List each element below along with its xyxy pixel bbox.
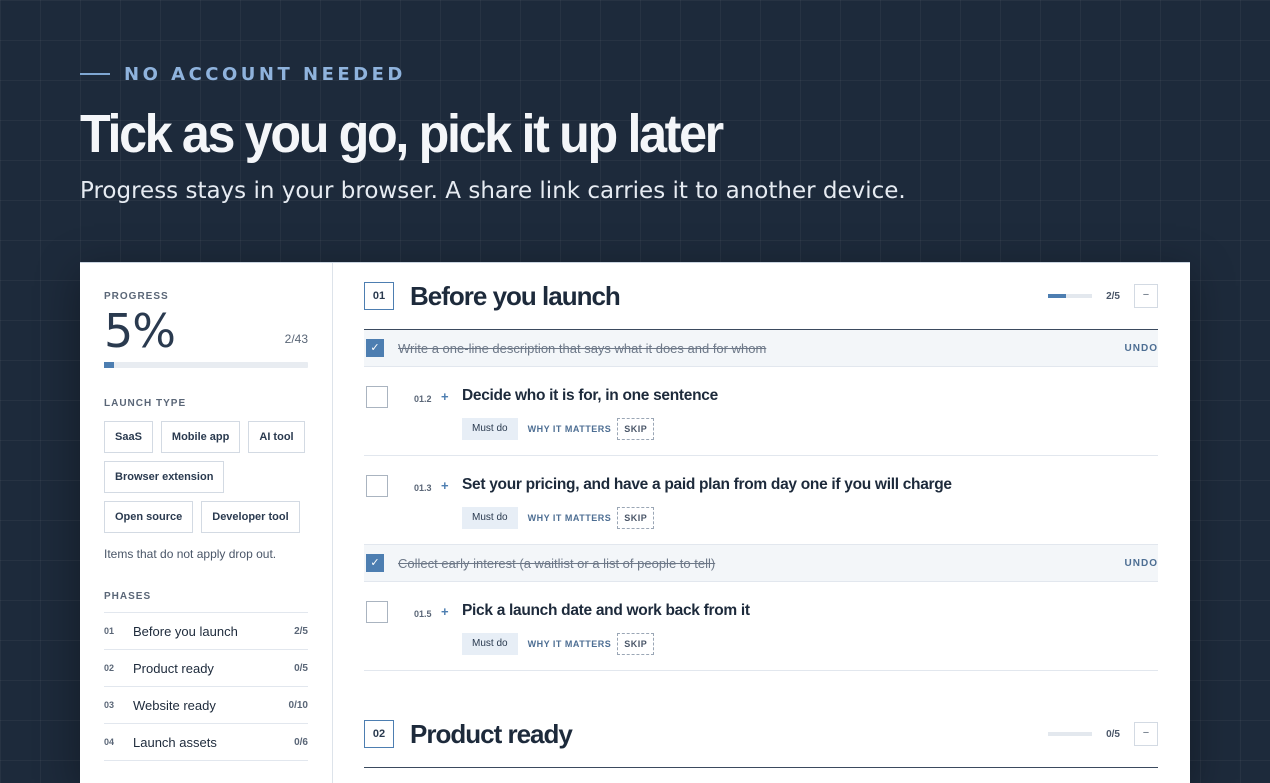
checklist-main: 01 Before you launch 2/5 − ✓ Write a one… <box>364 263 1158 768</box>
progress-percent: 5% <box>104 304 176 358</box>
eyebrow-line <box>80 73 110 75</box>
checklist-app: PROGRESS 5% 2/43 LAUNCH TYPE SaaS Mobile… <box>80 262 1190 783</box>
skip-button[interactable]: SKIP <box>617 507 655 529</box>
section-title: Product ready <box>410 718 573 749</box>
item-title[interactable]: Set your pricing, and have a paid plan f… <box>462 476 952 494</box>
phase-item-launch-assets[interactable]: 04 Launch assets 0/6 <box>104 724 308 761</box>
phase-number: 03 <box>104 700 115 710</box>
chip-mobile-app[interactable]: Mobile app <box>160 421 241 453</box>
must-do-badge: Must do <box>462 633 518 655</box>
chip-ai-tool[interactable]: AI tool <box>248 421 305 453</box>
expand-icon[interactable]: + <box>441 478 449 493</box>
phase-name: Website ready <box>133 697 216 713</box>
why-it-matters-link[interactable]: WHY IT MATTERS <box>528 424 612 434</box>
progress-bar-fill <box>104 362 115 368</box>
chip-developer-tool[interactable]: Developer tool <box>201 501 300 533</box>
sidebar: PROGRESS 5% 2/43 LAUNCH TYPE SaaS Mobile… <box>80 263 333 783</box>
section-title: Before you launch <box>410 280 621 311</box>
section-progress-bar <box>1048 294 1093 298</box>
item-meta: Must do WHY IT MATTERS SKIP <box>462 418 655 440</box>
checklist-item: 01.2 + Decide who it is for, in one sent… <box>364 367 1158 456</box>
phase-name: Product ready <box>133 660 214 676</box>
section-before-you-launch: 01 Before you launch 2/5 − ✓ Write a one… <box>364 263 1158 671</box>
phase-number: 02 <box>104 663 115 673</box>
checklist-item: 01.5 + Pick a launch date and work back … <box>364 582 1158 671</box>
item-checkbox[interactable] <box>366 601 388 623</box>
phase-item-product-ready[interactable]: 02 Product ready 0/5 <box>104 650 308 687</box>
phase-list: 01 Before you launch 2/5 02 Product read… <box>104 612 308 761</box>
section-header: 01 Before you launch 2/5 − <box>364 263 1158 330</box>
checkmark-icon[interactable]: ✓ <box>366 339 384 357</box>
chip-browser-extension[interactable]: Browser extension <box>104 461 225 493</box>
progress-bar <box>104 362 308 368</box>
item-title[interactable]: Pick a launch date and work back from it <box>462 602 750 620</box>
phase-name: Launch assets <box>133 734 217 750</box>
completed-item: ✓ Collect early interest (a waitlist or … <box>364 545 1158 582</box>
item-number: 01.5 <box>414 609 432 619</box>
undo-button[interactable]: UNDO <box>1125 343 1158 354</box>
hero-subtitle: Progress stays in your browser. A share … <box>80 178 906 204</box>
phase-count: 0/10 <box>288 699 308 711</box>
must-do-badge: Must do <box>462 418 518 440</box>
undo-button[interactable]: UNDO <box>1125 558 1158 569</box>
phase-number: 04 <box>104 737 115 747</box>
item-meta: Must do WHY IT MATTERS SKIP <box>462 507 655 529</box>
phase-count: 0/5 <box>294 662 308 674</box>
launch-type-note: Items that do not apply drop out. <box>104 547 277 561</box>
checkmark-icon[interactable]: ✓ <box>366 554 384 572</box>
expand-icon[interactable]: + <box>441 604 449 619</box>
progress-count: 2/43 <box>284 332 308 346</box>
eyebrow-text: NO ACCOUNT NEEDED <box>124 63 406 85</box>
phase-item-before-you-launch[interactable]: 01 Before you launch 2/5 <box>104 613 308 650</box>
completed-item: ✓ Write a one-line description that says… <box>364 330 1158 367</box>
launch-type-chips: SaaS Mobile app AI tool Browser extensio… <box>104 421 308 533</box>
phase-name: Before you launch <box>133 623 238 639</box>
must-do-badge: Must do <box>462 507 518 529</box>
hero-title: Tick as you go, pick it up later <box>80 104 724 164</box>
section-number: 02 <box>364 720 394 748</box>
item-checkbox[interactable] <box>366 386 388 408</box>
phase-count: 0/6 <box>294 736 308 748</box>
why-it-matters-link[interactable]: WHY IT MATTERS <box>528 639 612 649</box>
why-it-matters-link[interactable]: WHY IT MATTERS <box>528 513 612 523</box>
chip-saas[interactable]: SaaS <box>104 421 153 453</box>
eyebrow: NO ACCOUNT NEEDED <box>80 60 1180 88</box>
item-number: 01.3 <box>414 483 432 493</box>
item-title[interactable]: Decide who it is for, in one sentence <box>462 387 718 405</box>
expand-icon[interactable]: + <box>441 389 449 404</box>
section-progress-bar <box>1048 732 1093 736</box>
skip-button[interactable]: SKIP <box>617 418 655 440</box>
collapse-icon[interactable]: − <box>1134 722 1158 746</box>
phase-number: 01 <box>104 626 115 636</box>
collapse-icon[interactable]: − <box>1134 284 1158 308</box>
checklist-item: 01.3 + Set your pricing, and have a paid… <box>364 456 1158 545</box>
section-count: 0/5 <box>1106 728 1120 740</box>
section-product-ready: 02 Product ready 0/5 − <box>364 701 1158 768</box>
hero: NO ACCOUNT NEEDED Tick as you go, pick i… <box>80 60 1180 206</box>
phase-count: 2/5 <box>294 625 308 637</box>
completed-item-text: Write a one-line description that says w… <box>398 340 767 356</box>
skip-button[interactable]: SKIP <box>617 633 655 655</box>
item-number: 01.2 <box>414 394 432 404</box>
progress-label: PROGRESS <box>104 291 169 302</box>
chip-open-source[interactable]: Open source <box>104 501 194 533</box>
section-progress-fill <box>1048 294 1066 298</box>
item-checkbox[interactable] <box>366 475 388 497</box>
completed-item-text: Collect early interest (a waitlist or a … <box>398 555 716 571</box>
phase-item-website-ready[interactable]: 03 Website ready 0/10 <box>104 687 308 724</box>
section-number: 01 <box>364 282 394 310</box>
section-count: 2/5 <box>1106 290 1120 302</box>
phases-label: PHASES <box>104 591 152 602</box>
item-meta: Must do WHY IT MATTERS SKIP <box>462 633 655 655</box>
launch-type-label: LAUNCH TYPE <box>104 398 187 409</box>
section-header: 02 Product ready 0/5 − <box>364 701 1158 768</box>
